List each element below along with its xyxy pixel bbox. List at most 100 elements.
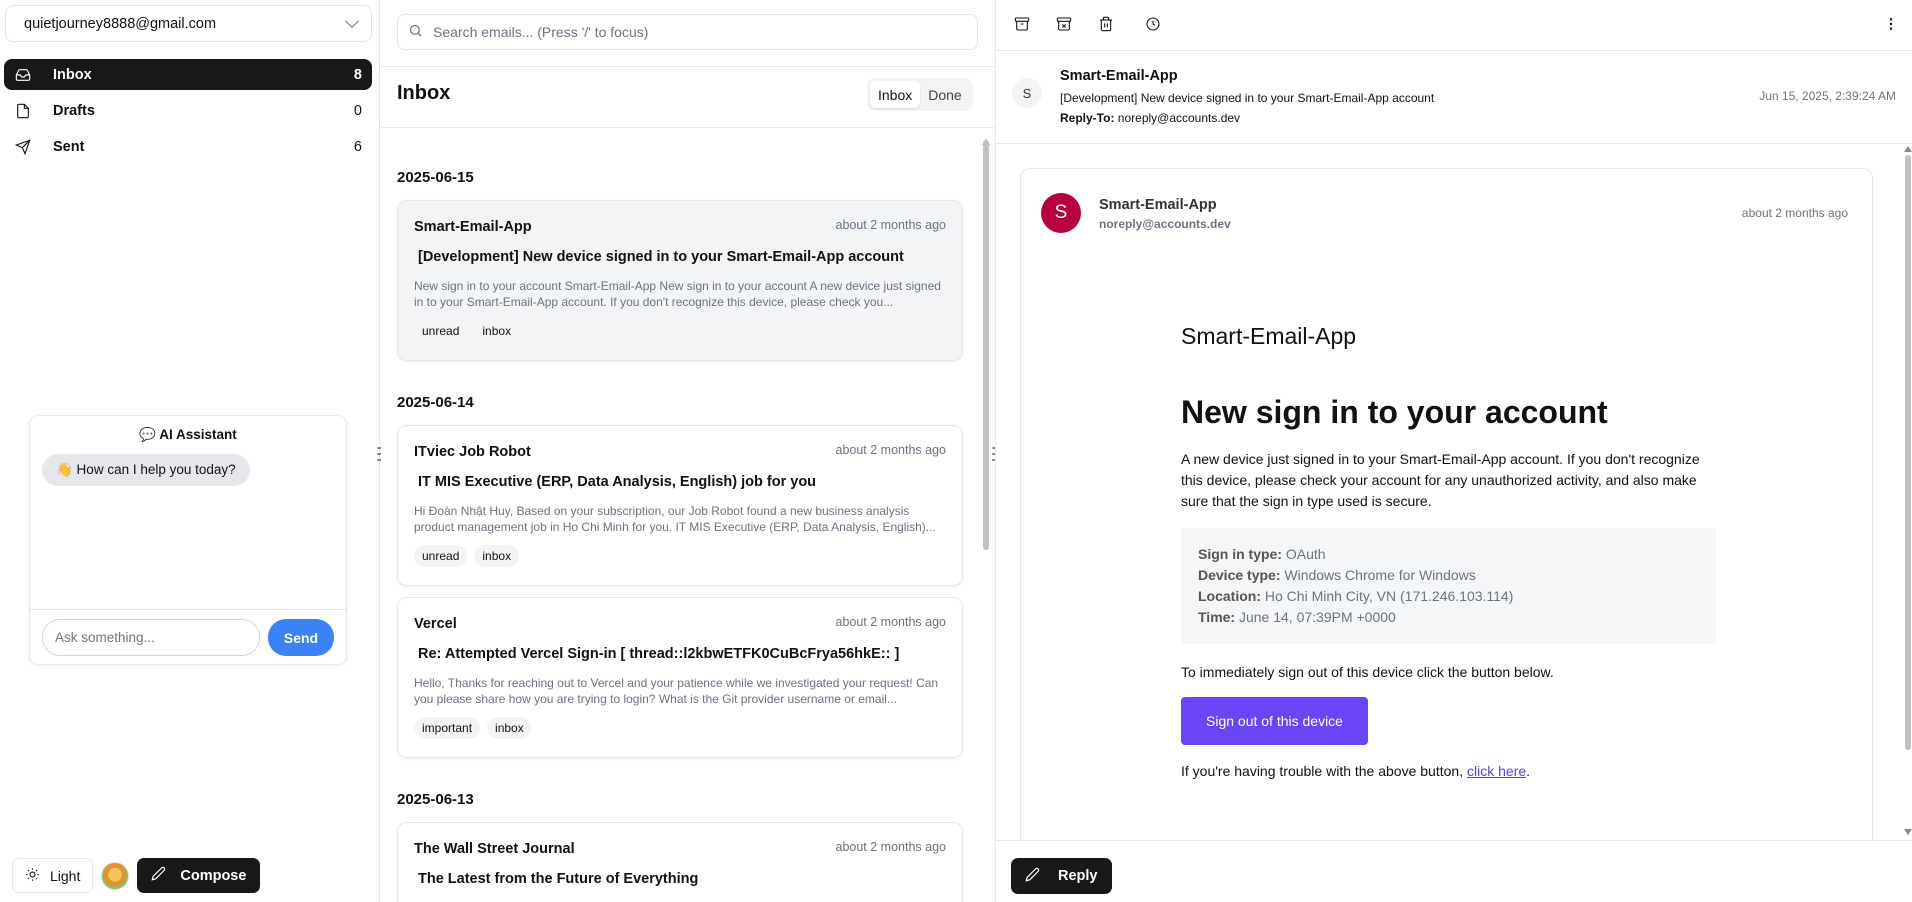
message-header: S Smart-Email-App [Development] New devi… xyxy=(996,52,1912,144)
email-snippet: Hello, Thanks for reaching out to Vercel… xyxy=(414,676,939,706)
email-time: about 2 months ago xyxy=(835,443,947,457)
archive-x-icon[interactable] xyxy=(1054,14,1074,34)
detail-label: Time: xyxy=(1198,609,1236,625)
detail-value: Ho Chi Minh City, VN (171.246.103.114) xyxy=(1264,588,1514,604)
tag-badge: unread xyxy=(414,545,468,567)
reply-to-label: Reply-To: xyxy=(1060,111,1115,125)
email-tags: unread inbox xyxy=(414,320,520,342)
divider xyxy=(381,127,994,128)
message-subject: [Development] New device signed in to yo… xyxy=(1060,91,1435,105)
nav-count: 0 xyxy=(353,102,362,119)
nav-label: Inbox xyxy=(53,66,92,83)
date-group-header: 2025-06-13 xyxy=(397,791,474,808)
scrollbar[interactable] xyxy=(1905,155,1911,750)
search-box[interactable]: Search emails... (Press '/' to focus) xyxy=(397,14,978,50)
archive-icon[interactable] xyxy=(1012,14,1032,34)
detail-label: Device type: xyxy=(1198,567,1281,583)
email-from: Vercel xyxy=(414,616,457,632)
tag-badge: inbox xyxy=(487,717,532,739)
user-avatar[interactable] xyxy=(101,861,130,890)
scroll-down-arrow[interactable] xyxy=(1904,829,1912,835)
nav-count: 8 xyxy=(353,66,362,83)
email-from: The Wall Street Journal xyxy=(414,841,575,857)
sender-avatar: S xyxy=(1012,78,1042,108)
detail-value: OAuth xyxy=(1285,546,1326,562)
compose-label: Compose xyxy=(180,867,247,884)
reply-bar: Reply xyxy=(996,840,1912,902)
nav-item-drafts[interactable]: Drafts 0 xyxy=(4,95,372,126)
email-card[interactable]: Vercel about 2 months ago Re: Attempted … xyxy=(397,597,963,758)
message-avatar: S xyxy=(1041,193,1081,233)
email-intro: A new device just signed in to your Smar… xyxy=(1181,451,1700,509)
email-card[interactable]: Smart-Email-App about 2 months ago [Deve… xyxy=(397,200,963,361)
detail-row: Location: Ho Chi Minh City, VN (171.246.… xyxy=(1198,586,1699,607)
reader-toolbar xyxy=(996,0,1912,51)
reply-to: Reply-To: noreply@accounts.dev xyxy=(1060,111,1240,125)
sign-out-device-button[interactable]: Sign out of this device xyxy=(1181,697,1368,745)
email-tags: unread inbox xyxy=(414,545,520,567)
email-app: quietjourney8888@gmail.com Inbox 8 Draft… xyxy=(0,0,1912,902)
email-instruction: To immediately sign out of this device c… xyxy=(1181,664,1554,680)
ai-send-button[interactable]: Send xyxy=(268,619,334,656)
detail-row: Device type: Windows Chrome for Windows xyxy=(1198,565,1699,586)
message-sender-address: noreply@accounts.dev xyxy=(1099,217,1231,231)
message-body: Smart-Email-App New sign in to your acco… xyxy=(1181,319,1721,782)
divider xyxy=(30,609,346,610)
tag-badge: unread xyxy=(414,320,468,342)
nav-label: Sent xyxy=(53,138,85,155)
sender-name: Smart-Email-App xyxy=(1060,68,1178,84)
account-switcher[interactable]: quietjourney8888@gmail.com xyxy=(5,5,372,42)
scroll-up-arrow[interactable] xyxy=(1904,146,1912,152)
nav-item-inbox[interactable]: Inbox 8 xyxy=(4,59,372,90)
email-subject: [Development] New device signed in to yo… xyxy=(418,249,904,265)
tab-done[interactable]: Done xyxy=(920,81,969,108)
chevron-down-icon xyxy=(344,13,360,29)
nav-count: 6 xyxy=(353,138,362,155)
email-snippet: New sign in to your account Smart-Email-… xyxy=(414,279,941,309)
send-icon xyxy=(14,138,31,155)
clock-icon[interactable] xyxy=(1143,14,1163,34)
email-subject: The Latest from the Future of Everything xyxy=(418,871,699,887)
detail-label: Location: xyxy=(1198,588,1261,604)
nav-label: Drafts xyxy=(53,102,95,119)
sidebar-footer: Light Compose xyxy=(12,858,261,893)
email-time: about 2 months ago xyxy=(835,218,947,232)
email-list-pane: Search emails... (Press '/' to focus) In… xyxy=(381,0,994,902)
detail-row: Sign in type: OAuth xyxy=(1198,544,1699,565)
device-details: Sign in type: OAuth Device type: Windows… xyxy=(1181,528,1716,644)
email-heading: New sign in to your account xyxy=(1181,394,1608,430)
message-time: about 2 months ago xyxy=(1741,206,1848,220)
reply-button[interactable]: Reply xyxy=(1011,858,1112,894)
email-subject: IT MIS Executive (ERP, Data Analysis, En… xyxy=(418,474,817,490)
trouble-end: . xyxy=(1526,763,1530,779)
scrollbar[interactable] xyxy=(983,140,989,550)
pencil-icon xyxy=(151,866,166,885)
ai-input[interactable] xyxy=(42,619,260,656)
click-here-link[interactable]: click here xyxy=(1467,763,1526,779)
email-time: about 2 months ago xyxy=(835,840,947,854)
theme-label: Light xyxy=(50,867,81,884)
list-title: Inbox xyxy=(397,82,451,104)
email-time: about 2 months ago xyxy=(835,615,947,629)
email-from: ITviec Job Robot xyxy=(414,444,531,460)
trash-icon[interactable] xyxy=(1096,14,1116,34)
email-tags: important inbox xyxy=(414,717,532,739)
search-icon xyxy=(408,23,423,41)
detail-row: Time: June 14, 07:39PM +0000 xyxy=(1198,607,1699,628)
tab-inbox[interactable]: Inbox xyxy=(870,81,921,108)
detail-value: June 14, 07:39PM +0000 xyxy=(1238,609,1396,625)
theme-toggle-button[interactable]: Light xyxy=(12,858,94,893)
detail-value: Windows Chrome for Windows xyxy=(1284,567,1476,583)
compose-button[interactable]: Compose xyxy=(137,858,261,893)
email-card[interactable]: The Wall Street Journal about 2 months a… xyxy=(397,822,963,902)
nav-item-sent[interactable]: Sent 6 xyxy=(4,131,372,162)
reply-label: Reply xyxy=(1058,868,1098,884)
tag-badge: inbox xyxy=(474,320,520,342)
more-vertical-icon[interactable] xyxy=(1881,14,1901,34)
tag-badge: important xyxy=(414,717,481,739)
email-card[interactable]: ITviec Job Robot about 2 months ago IT M… xyxy=(397,425,963,586)
file-icon xyxy=(14,102,31,119)
trouble-text: If you're having trouble with the above … xyxy=(1181,763,1464,779)
ai-greeting-bubble: 👋 How can I help you today? xyxy=(42,454,250,486)
view-toggle: Inbox Done xyxy=(867,78,973,111)
